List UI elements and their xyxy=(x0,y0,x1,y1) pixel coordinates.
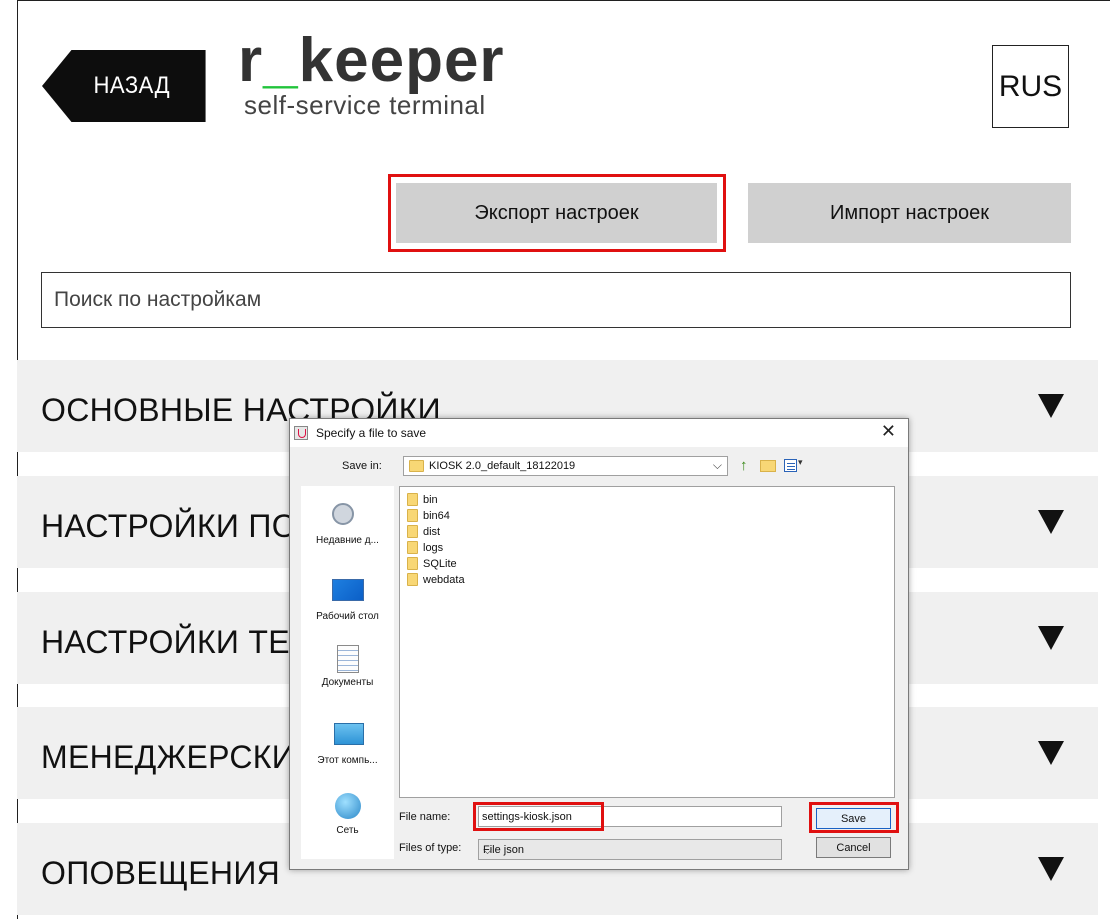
save-highlight-frame xyxy=(809,802,899,833)
place-label: Рабочий стол xyxy=(316,611,379,622)
close-icon[interactable]: ✕ xyxy=(881,421,896,442)
chevron-down-icon xyxy=(1038,394,1064,418)
place-label: Документы xyxy=(321,677,374,688)
list-item[interactable]: bin xyxy=(407,492,438,507)
language-label: RUS xyxy=(998,69,1063,103)
settings-search-input[interactable]: Поиск по настройкам xyxy=(41,272,1071,328)
computer-icon xyxy=(332,723,364,751)
folder-icon xyxy=(407,509,418,522)
file-type-select[interactable]: File json ⌵ xyxy=(478,839,782,860)
folder-icon xyxy=(407,573,418,586)
list-item[interactable]: webdata xyxy=(407,572,465,587)
folder-icon xyxy=(407,557,418,570)
dialog-titlebar: Specify a file to save ✕ xyxy=(290,419,908,447)
place-recent[interactable]: Недавние д... xyxy=(301,500,394,546)
place-this-pc[interactable]: Этот компь... xyxy=(301,720,394,766)
place-documents[interactable]: Документы xyxy=(301,645,394,688)
language-button[interactable]: RUS xyxy=(992,45,1069,128)
chevron-down-icon: ⌵ xyxy=(712,458,722,472)
documents-icon xyxy=(332,645,364,673)
section-title: МЕНЕДЖЕРСКИЕ xyxy=(41,739,317,775)
view-menu-icon[interactable] xyxy=(784,459,797,472)
up-folder-icon[interactable]: ↑ xyxy=(740,457,754,474)
logo: r_keeper self-service terminal xyxy=(238,30,505,121)
chevron-down-icon xyxy=(1038,626,1064,650)
logo-wordmark: r_keeper xyxy=(238,26,505,95)
back-button-label: НАЗАД xyxy=(93,72,170,99)
recent-places-icon xyxy=(331,503,364,531)
chevron-down-icon xyxy=(1038,510,1064,534)
logo-subtitle: self-service terminal xyxy=(244,90,486,120)
cancel-button-label: Cancel xyxy=(836,841,871,854)
places-sidebar: Недавние д... Рабочий стол Документы Это… xyxy=(301,486,394,859)
section-title: НАСТРОЙКИ ПОД xyxy=(41,508,319,544)
search-placeholder: Поиск по настройкам xyxy=(54,288,262,311)
file-name-label: File name: xyxy=(399,811,451,823)
list-item[interactable]: SQLite xyxy=(407,556,457,571)
list-item[interactable]: bin64 xyxy=(407,508,450,523)
place-label: Этот компь... xyxy=(317,755,378,766)
save-in-value: KIOSK 2.0_default_18122019 xyxy=(429,460,576,472)
chevron-down-icon: ⌵ xyxy=(483,843,493,857)
place-network[interactable]: Сеть xyxy=(301,793,394,836)
import-settings-button[interactable]: Импорт настроек xyxy=(748,183,1071,243)
network-icon xyxy=(332,793,364,821)
file-name-highlight-frame xyxy=(473,802,604,831)
chevron-down-icon xyxy=(1038,741,1064,765)
list-item[interactable]: logs xyxy=(407,540,443,555)
java-app-icon xyxy=(294,426,308,440)
place-label: Сеть xyxy=(336,825,359,836)
place-desktop[interactable]: Рабочий стол xyxy=(301,574,394,622)
save-in-label: Save in: xyxy=(342,460,382,472)
dialog-title: Specify a file to save xyxy=(316,426,427,440)
back-button[interactable]: НАЗАД xyxy=(42,50,206,122)
cancel-button[interactable]: Cancel xyxy=(816,837,891,858)
desktop-icon xyxy=(331,579,364,607)
import-settings-label: Импорт настроек xyxy=(830,201,989,224)
section-title: НАСТРОЙКИ ТЕМ xyxy=(41,624,317,660)
place-label: Недавние д... xyxy=(316,535,379,546)
folder-icon xyxy=(407,525,418,538)
list-item[interactable]: dist xyxy=(407,524,440,539)
view-menu-arrow-icon[interactable]: ▾ xyxy=(798,457,803,468)
new-folder-icon[interactable] xyxy=(760,460,776,472)
file-type-label: Files of type: xyxy=(399,842,462,854)
folder-icon xyxy=(407,541,418,554)
file-list[interactable]: bin bin64 dist logs SQLite webdata xyxy=(399,486,895,798)
export-highlight-frame xyxy=(388,174,726,252)
chevron-down-icon xyxy=(1038,857,1064,881)
section-title: ОПОВЕЩЕНИЯ xyxy=(41,855,281,891)
save-in-select[interactable]: KIOSK 2.0_default_18122019 ⌵ xyxy=(403,456,728,476)
folder-icon xyxy=(407,493,418,506)
save-file-dialog: Specify a file to save ✕ Save in: KIOSK … xyxy=(289,418,909,870)
folder-icon xyxy=(409,460,424,472)
